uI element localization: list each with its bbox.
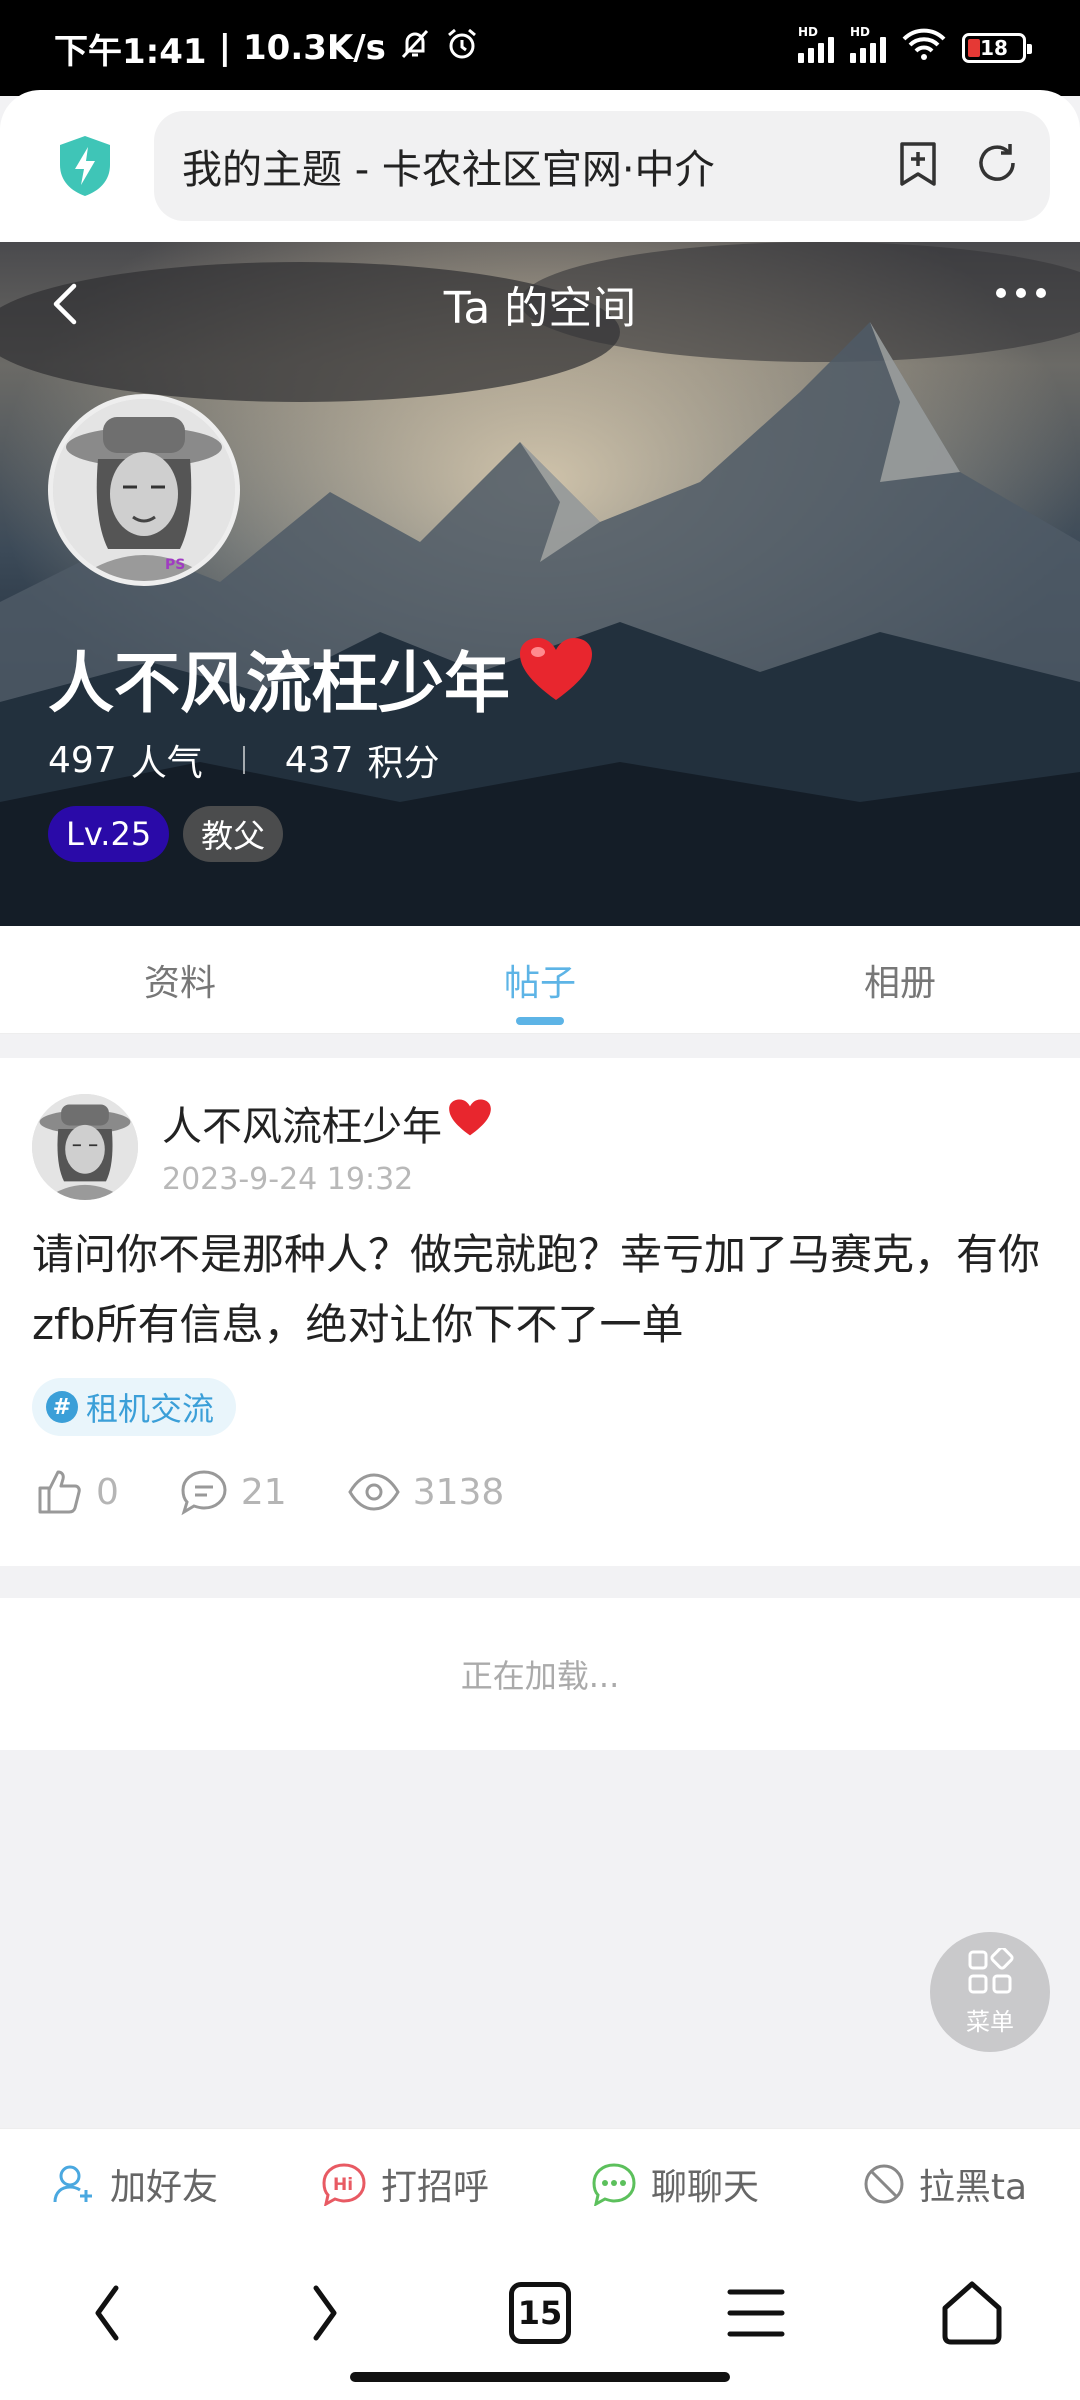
alarm-icon [444, 26, 480, 71]
home-indicator[interactable] [350, 2372, 730, 2382]
view-count: 3138 [412, 1471, 505, 1513]
browser-address-bar: 我的主题 - 卡农社区官网·中介 [0, 90, 1080, 242]
network-speed: 10.3K/s [243, 28, 386, 68]
tab-posts[interactable]: 帖子 [360, 926, 720, 1033]
profile-stats: 497 人气 437 积分 [48, 734, 439, 786]
post-topic-tag[interactable]: # 租机交流 [32, 1378, 237, 1436]
profile-tabs: 资料 帖子 相册 [0, 926, 1080, 1034]
views-indicator: 3138 [347, 1471, 505, 1513]
wifi-icon [902, 27, 946, 70]
tab-profile-info[interactable]: 资料 [0, 926, 360, 1033]
tab-count: 15 [509, 2282, 571, 2344]
like-button[interactable]: 0 [36, 1468, 119, 1516]
post-body[interactable]: 请问你不是那种人？做完就跑？幸亏加了马赛克，有你zfb所有信息，绝对让你下不了一… [32, 1220, 1042, 1360]
popularity-value: 497 [48, 739, 117, 781]
nav-menu-button[interactable] [648, 2278, 864, 2348]
comment-count: 21 [240, 1471, 287, 1513]
user-avatar[interactable]: PS [48, 394, 240, 586]
nav-back-button[interactable] [0, 2278, 216, 2348]
more-options-icon[interactable] [996, 288, 1046, 298]
security-shield-icon[interactable] [30, 111, 140, 221]
loading-indicator: 正在加载... [0, 1598, 1080, 1750]
chat-bubble-icon [592, 2162, 636, 2206]
comment-icon [181, 1470, 227, 1516]
title-badge: 教父 [183, 806, 284, 862]
svg-text:PS: PS [165, 557, 185, 573]
menu-fab[interactable]: 菜单 [930, 1932, 1050, 2052]
points-label: 积分 [367, 743, 440, 784]
nav-home-button[interactable] [864, 2278, 1080, 2348]
like-count: 0 [96, 1471, 119, 1513]
profile-username: 人不风流枉少年 [48, 630, 594, 726]
block-icon [864, 2164, 904, 2203]
post-card[interactable]: 人不风流枉少年 2023-9-24 19:32 请问你不是那种人？做完就跑？幸亏… [0, 1058, 1080, 1566]
signal-sim2-icon: HD [850, 25, 886, 63]
post-author-avatar[interactable] [32, 1094, 138, 1200]
points-value: 437 [284, 739, 354, 781]
thumbs-up-icon [38, 1470, 81, 1514]
menu-fab-label: 菜单 [966, 2007, 1014, 2036]
profile-action-bar: 加好友 Hi 打招呼 聊聊天 拉黑ta [0, 2128, 1080, 2238]
tab-album[interactable]: 相册 [720, 926, 1080, 1033]
signal-sim1-icon: HD [798, 25, 834, 63]
post-timestamp: 2023-9-24 19:32 [162, 1162, 414, 1197]
chevron-left-icon [95, 2285, 119, 2341]
url-field[interactable]: 我的主题 - 卡农社区官网·中介 [154, 111, 1050, 221]
mute-bell-icon [398, 27, 432, 70]
add-bookmark-icon[interactable] [896, 140, 940, 192]
popularity-label: 人气 [130, 743, 203, 784]
url-title: 我的主题 - 卡农社区官网·中介 [182, 147, 715, 193]
nav-forward-button[interactable] [216, 2278, 432, 2348]
post-author-name[interactable]: 人不风流枉少年 [162, 1094, 492, 1152]
status-bar: 下午1:41 | 10.3K/s HD HD 18 [0, 0, 1080, 96]
heart-icon [448, 1098, 492, 1148]
back-arrow-icon[interactable] [40, 278, 92, 330]
profile-header: Ta 的空间 PS 人不风流枉少年 497 人气 437 积分 Lv.25 教父 [0, 242, 1080, 926]
level-badge: Lv.25 [48, 806, 170, 862]
heart-icon [518, 636, 594, 720]
greet-button[interactable]: Hi 打招呼 [270, 2129, 540, 2238]
status-time: 下午1:41 [54, 31, 207, 72]
tabs-button[interactable]: 15 [432, 2278, 648, 2344]
page-title: Ta 的空间 [443, 283, 637, 334]
eye-icon [347, 1473, 400, 1511]
chat-button[interactable]: 聊聊天 [540, 2129, 810, 2238]
hashtag-icon: # [46, 1391, 78, 1423]
grid-menu-icon [968, 1947, 1014, 1993]
battery-icon: 18 [962, 33, 1032, 63]
block-button[interactable]: 拉黑ta [810, 2129, 1080, 2238]
add-friend-button[interactable]: 加好友 [0, 2129, 270, 2238]
home-icon [942, 2281, 1002, 2345]
refresh-icon[interactable] [974, 140, 1020, 192]
hamburger-menu-icon [727, 2289, 785, 2337]
comment-button[interactable]: 21 [179, 1468, 287, 1516]
hi-bubble-icon: Hi [322, 2162, 366, 2206]
chevron-right-icon [313, 2285, 337, 2341]
add-user-icon [53, 2165, 92, 2202]
svg-text:Hi: Hi [333, 2175, 353, 2195]
